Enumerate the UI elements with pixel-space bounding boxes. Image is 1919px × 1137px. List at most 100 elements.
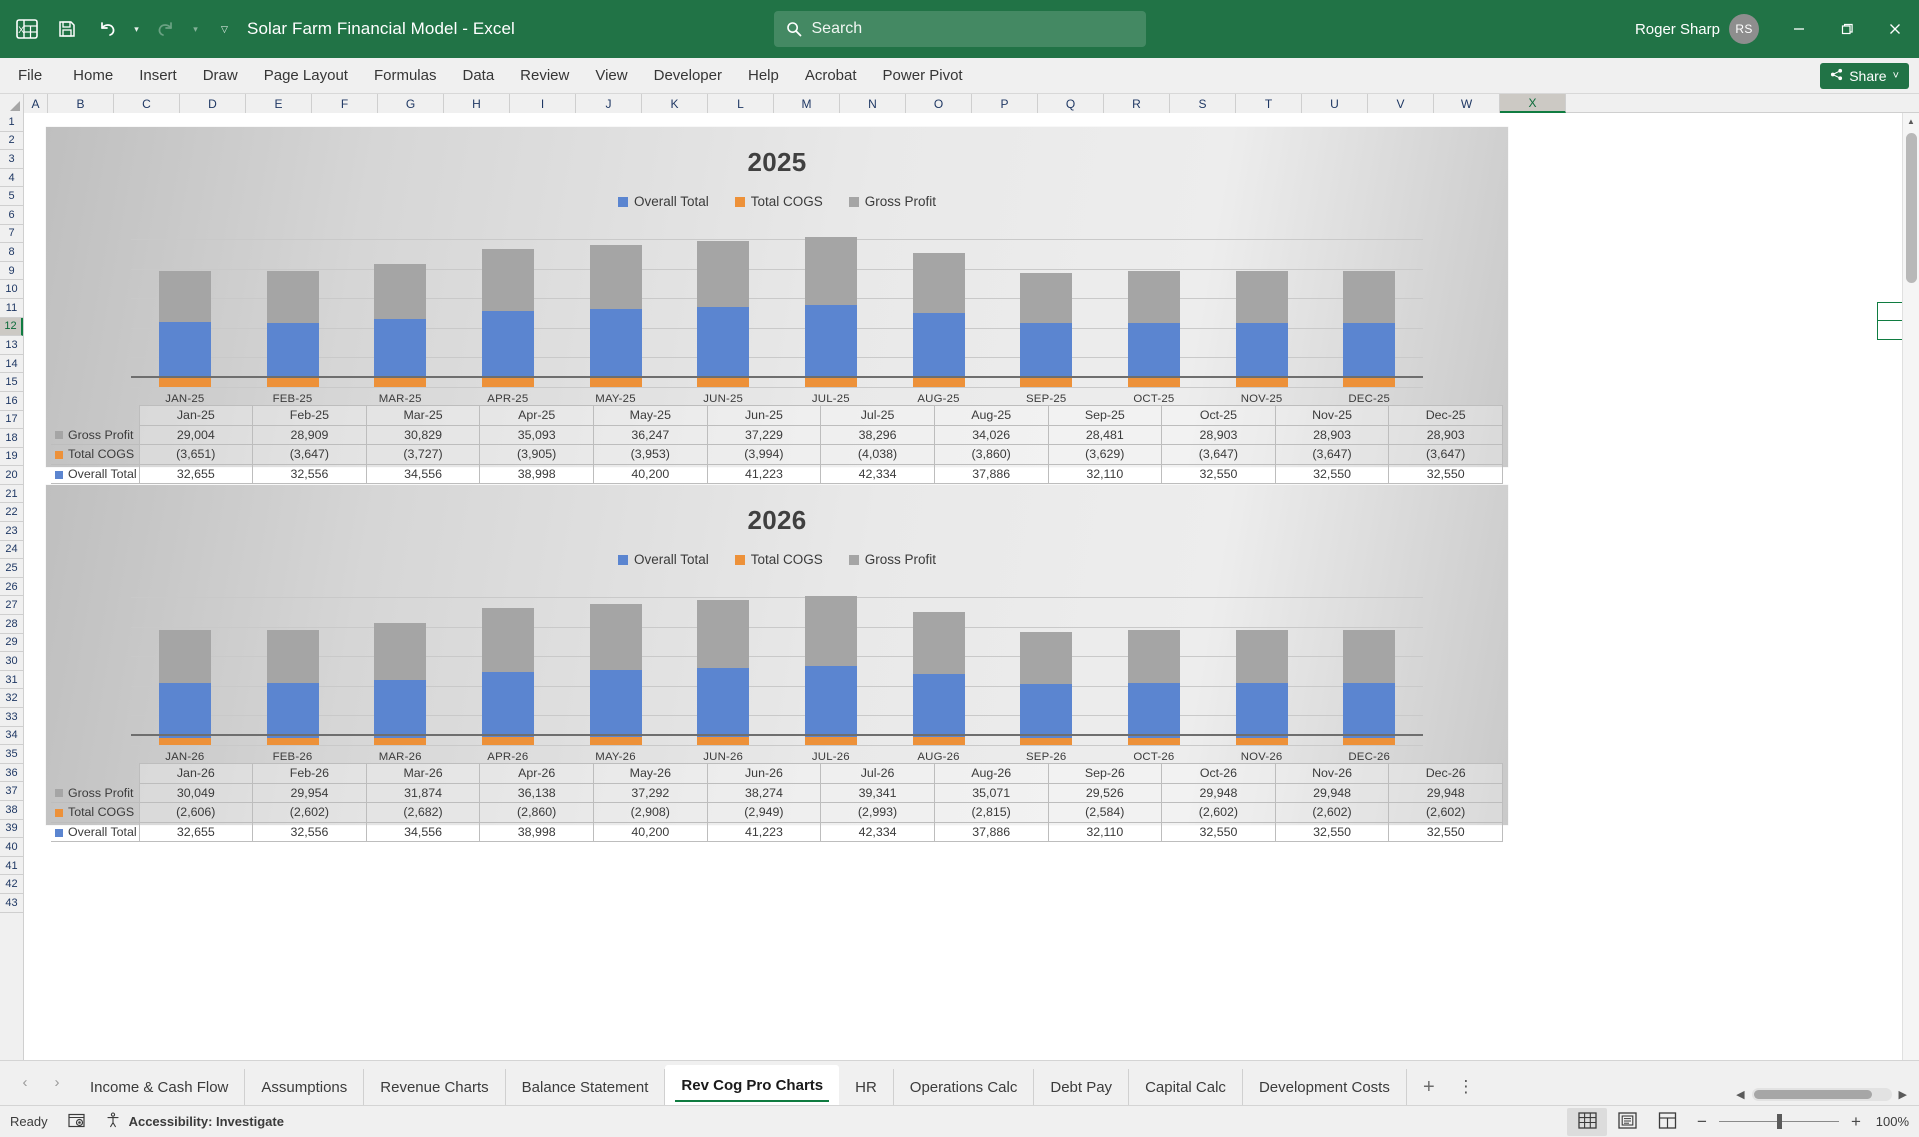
bar-group[interactable] xyxy=(992,631,1100,745)
sheet-tab-hr[interactable]: HR xyxy=(839,1069,894,1105)
column-header-v[interactable]: V xyxy=(1368,94,1434,113)
row-header-23[interactable]: 23 xyxy=(0,522,23,541)
bar-group[interactable] xyxy=(131,630,239,745)
redo-button[interactable] xyxy=(147,10,185,48)
zoom-in-button[interactable]: + xyxy=(1849,1112,1863,1132)
row-header-11[interactable]: 11 xyxy=(0,299,23,318)
page-break-view-button[interactable] xyxy=(1647,1108,1687,1136)
row-header-1[interactable]: 1 xyxy=(0,113,23,132)
chart-2026[interactable]: 2026 Overall Total Total COGS Gross Prof… xyxy=(46,485,1508,843)
sheet-tab-assumptions[interactable]: Assumptions xyxy=(245,1069,365,1105)
column-header-l[interactable]: L xyxy=(708,94,774,113)
row-header-28[interactable]: 28 xyxy=(0,615,23,634)
column-header-t[interactable]: T xyxy=(1236,94,1302,113)
bar-group[interactable] xyxy=(346,623,454,745)
row-header-5[interactable]: 5 xyxy=(0,187,23,206)
row-header-21[interactable]: 21 xyxy=(0,485,23,504)
bar-segment-gross-profit[interactable] xyxy=(266,630,319,684)
column-header-o[interactable]: O xyxy=(906,94,972,113)
row-header-32[interactable]: 32 xyxy=(0,689,23,708)
row-header-9[interactable]: 9 xyxy=(0,262,23,281)
row-header-6[interactable]: 6 xyxy=(0,206,23,225)
bar-group[interactable] xyxy=(454,608,562,745)
horizontal-scrollbar[interactable]: ◀ ▶ xyxy=(1732,1088,1919,1105)
worksheet-canvas[interactable]: 2025 Overall Total Total COGS Gross Prof… xyxy=(24,113,1919,1060)
sheet-tab-rev-cog-pro-charts[interactable]: Rev Cog Pro Charts xyxy=(665,1065,840,1105)
bar-segment-overall-total[interactable] xyxy=(481,311,534,377)
scroll-up-icon[interactable]: ▲ xyxy=(1903,113,1919,130)
bar-segment-total-cogs[interactable] xyxy=(912,376,965,387)
column-header-u[interactable]: U xyxy=(1302,94,1368,113)
bar-group[interactable] xyxy=(239,271,347,387)
row-header-29[interactable]: 29 xyxy=(0,634,23,653)
bar-group[interactable] xyxy=(669,600,777,745)
bar-group[interactable] xyxy=(1100,630,1208,745)
bar-segment-total-cogs[interactable] xyxy=(374,737,427,745)
chart-2026-plot[interactable] xyxy=(131,596,1423,746)
bar-group[interactable] xyxy=(1208,271,1316,387)
bar-group[interactable] xyxy=(1100,271,1208,387)
bar-segment-gross-profit[interactable] xyxy=(697,241,750,308)
column-header-g[interactable]: G xyxy=(378,94,444,113)
sheet-tab-balance-statement[interactable]: Balance Statement xyxy=(506,1069,666,1105)
row-header-40[interactable]: 40 xyxy=(0,838,23,857)
bar-segment-overall-total[interactable] xyxy=(158,322,211,378)
bar-segment-total-cogs[interactable] xyxy=(158,377,211,387)
row-header-18[interactable]: 18 xyxy=(0,429,23,448)
bar-segment-total-cogs[interactable] xyxy=(1235,737,1288,745)
bar-segment-gross-profit[interactable] xyxy=(481,249,534,312)
bar-segment-overall-total[interactable] xyxy=(589,669,642,738)
ribbon-tab-review[interactable]: Review xyxy=(507,58,582,93)
bar-segment-overall-total[interactable] xyxy=(589,308,642,377)
bar-group[interactable] xyxy=(992,272,1100,387)
bar-segment-overall-total[interactable] xyxy=(1020,323,1073,378)
bar-segment-overall-total[interactable] xyxy=(266,322,319,378)
bar-segment-overall-total[interactable] xyxy=(266,683,319,738)
undo-dropdown-icon[interactable]: ▾ xyxy=(128,10,145,48)
bar-segment-gross-profit[interactable] xyxy=(912,611,965,674)
legend-item-overall-total-2026[interactable]: Overall Total xyxy=(617,552,709,567)
bar-segment-total-cogs[interactable] xyxy=(1343,377,1396,387)
bar-group[interactable] xyxy=(1315,271,1423,387)
column-header-k[interactable]: K xyxy=(642,94,708,113)
row-header-13[interactable]: 13 xyxy=(0,336,23,355)
column-header-x[interactable]: X xyxy=(1500,94,1566,113)
bar-segment-total-cogs[interactable] xyxy=(912,737,965,745)
row-header-10[interactable]: 10 xyxy=(0,280,23,299)
row-header-2[interactable]: 2 xyxy=(0,132,23,151)
bar-group[interactable] xyxy=(131,271,239,387)
bar-segment-overall-total[interactable] xyxy=(1343,322,1396,378)
page-layout-view-button[interactable] xyxy=(1607,1108,1647,1136)
bar-group[interactable] xyxy=(885,252,993,387)
legend-item-gross-profit-2026[interactable]: Gross Profit xyxy=(848,552,936,567)
column-header-s[interactable]: S xyxy=(1170,94,1236,113)
close-button[interactable] xyxy=(1871,0,1919,58)
bar-segment-gross-profit[interactable] xyxy=(481,608,534,672)
minimize-button[interactable] xyxy=(1775,0,1823,58)
sheet-tab-more-button[interactable]: ⋮ xyxy=(1451,1069,1481,1105)
legend-item-total-cogs[interactable]: Total COGS xyxy=(734,194,823,209)
bar-segment-total-cogs[interactable] xyxy=(1020,737,1073,745)
vertical-scrollbar[interactable]: ▲ xyxy=(1902,113,1919,1060)
hscroll-track[interactable] xyxy=(1751,1088,1892,1101)
hscroll-left-icon[interactable]: ◀ xyxy=(1732,1088,1748,1101)
bar-segment-total-cogs[interactable] xyxy=(1235,377,1288,387)
chart-2025[interactable]: 2025 Overall Total Total COGS Gross Prof… xyxy=(46,127,1508,485)
column-header-q[interactable]: Q xyxy=(1038,94,1104,113)
bar-segment-overall-total[interactable] xyxy=(912,313,965,377)
bar-segment-overall-total[interactable] xyxy=(912,673,965,738)
bar-segment-total-cogs[interactable] xyxy=(1127,737,1180,745)
ribbon-tab-file[interactable]: File xyxy=(0,58,60,93)
row-header-19[interactable]: 19 xyxy=(0,448,23,467)
bar-segment-overall-total[interactable] xyxy=(1127,683,1180,738)
column-header-c[interactable]: C xyxy=(114,94,180,113)
bar-segment-gross-profit[interactable] xyxy=(1235,271,1288,323)
bar-segment-gross-profit[interactable] xyxy=(374,264,427,319)
bar-group[interactable] xyxy=(562,603,670,745)
column-header-b[interactable]: B xyxy=(48,94,114,113)
sheet-tab-operations-calc[interactable]: Operations Calc xyxy=(894,1069,1035,1105)
bar-segment-total-cogs[interactable] xyxy=(158,737,211,745)
record-macro-button[interactable] xyxy=(58,1106,95,1137)
ribbon-tab-power-pivot[interactable]: Power Pivot xyxy=(870,58,976,93)
bar-group[interactable] xyxy=(346,264,454,387)
